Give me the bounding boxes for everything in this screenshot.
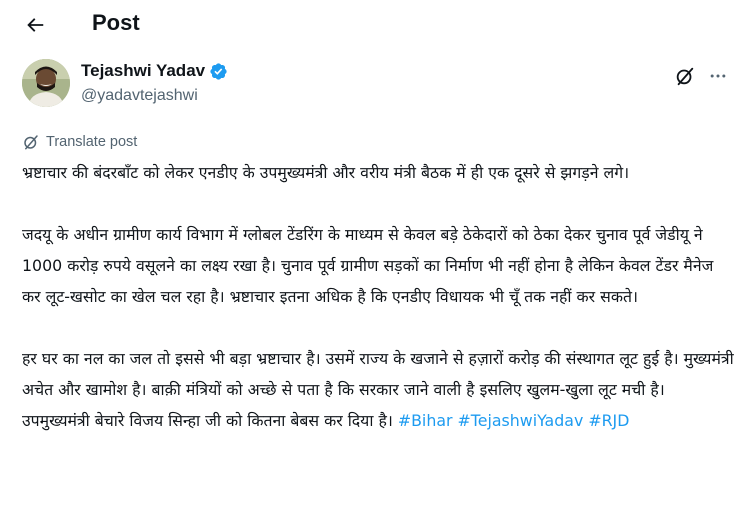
display-name[interactable]: Tejashwi Yadav	[81, 61, 205, 81]
name-line: Tejashwi Yadav	[81, 61, 228, 81]
hashtag-tejashwiyadav[interactable]: #TejashwiYadav	[458, 411, 584, 430]
post-paragraph-3: हर घर का नल का जल तो इससे भी बड़ा भ्रष्ट…	[22, 343, 734, 436]
post-paragraph-2: जदयू के अधीन ग्रामीण कार्य विभाग में ग्ल…	[22, 225, 714, 306]
back-button[interactable]	[18, 8, 52, 42]
hashtag-bihar[interactable]: #Bihar	[398, 411, 453, 430]
hashtag-rjd[interactable]: #RJD	[588, 411, 629, 430]
post-paragraph-1: भ्रष्टाचार की बंदरबाँट को लेकर एनडीए के …	[22, 163, 630, 182]
grok-icon	[676, 67, 694, 86]
translate-icon	[24, 135, 38, 150]
author-row: Tejashwi Yadav @yadavtejashwi	[0, 56, 748, 112]
post-text: भ्रष्टाचार की बंदरबाँट को लेकर एनडीए के …	[22, 157, 734, 436]
grok-button[interactable]	[671, 62, 699, 90]
post-header: Post	[0, 0, 748, 50]
handle[interactable]: @yadavtejashwi	[81, 87, 198, 105]
avatar-image	[22, 59, 70, 107]
verified-badge-icon[interactable]	[209, 62, 228, 81]
page-title: Post	[92, 10, 140, 35]
more-horizontal-icon	[710, 74, 726, 78]
avatar[interactable]	[22, 59, 70, 107]
more-button[interactable]	[704, 62, 732, 90]
translate-post-link[interactable]: Translate post	[22, 133, 137, 151]
translate-post-label: Translate post	[46, 134, 138, 150]
arrow-left-icon	[27, 18, 44, 32]
